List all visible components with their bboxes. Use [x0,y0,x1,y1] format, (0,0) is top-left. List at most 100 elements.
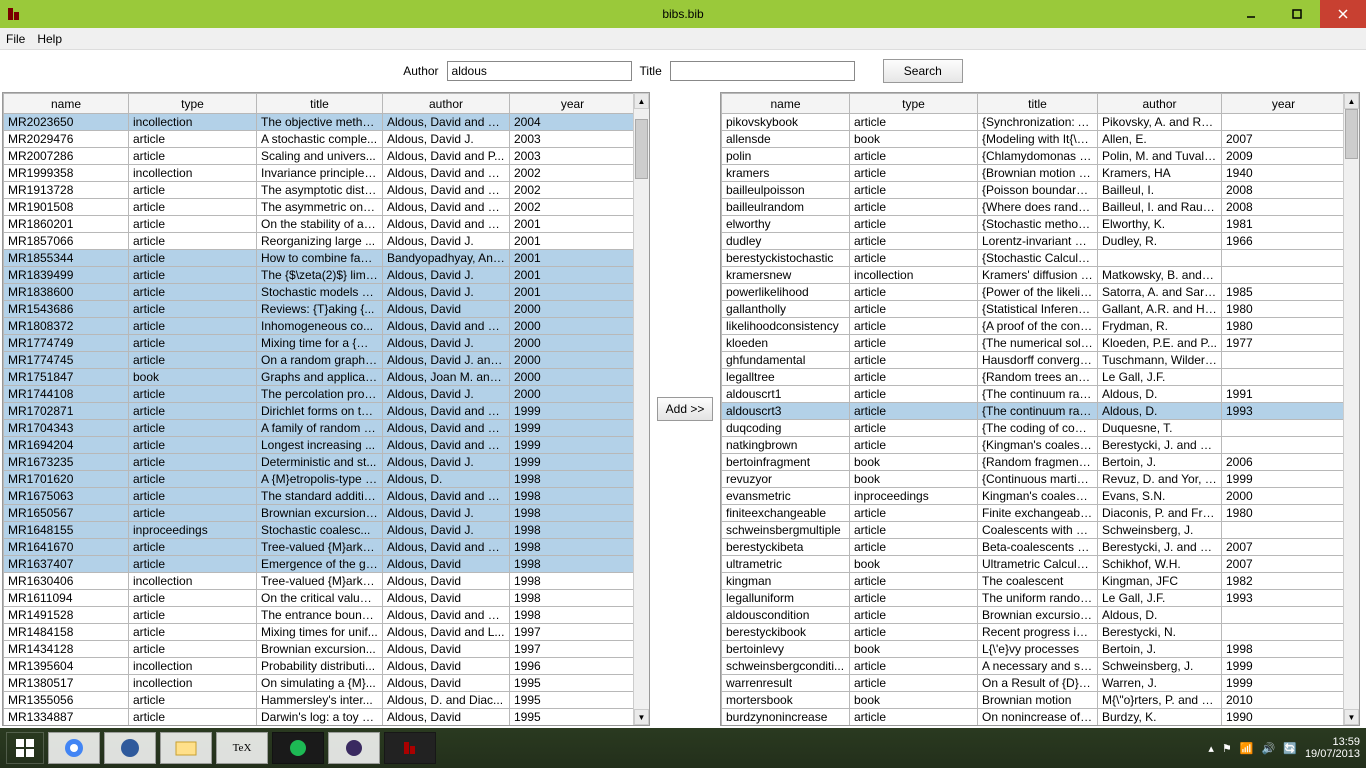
table-row[interactable]: berestyckistochasticarticle{Stochastic C… [722,250,1344,267]
table-row[interactable]: MR1702871articleDirichlet forms on tot..… [4,403,634,420]
table-row[interactable]: MR1838600articleStochastic models a...Al… [4,284,634,301]
taskbar-eclipse-icon[interactable] [328,732,380,764]
minimize-button[interactable] [1228,0,1274,28]
table-row[interactable]: MR1434128articleBrownian excursion...Ald… [4,641,634,658]
table-row[interactable]: MR1637407articleEmergence of the gi...Al… [4,556,634,573]
table-row[interactable]: pikovskybookarticle{Synchronization: A u… [722,114,1344,131]
table-row[interactable]: MR1395604incollectionProbability distrib… [4,658,634,675]
taskbar-chrome-icon[interactable] [48,732,100,764]
table-row[interactable]: MR1611094articleOn the critical value f.… [4,590,634,607]
table-row[interactable]: ultrametricbookUltrametric Calculus...Sc… [722,556,1344,573]
column-header-type[interactable]: type [129,94,257,114]
table-row[interactable]: kramersarticle{Brownian motion in ...Kra… [722,165,1344,182]
column-header-year[interactable]: year [510,94,634,114]
table-row[interactable]: bertoinlevybookL{\'e}vy processesBertoin… [722,641,1344,658]
table-row[interactable]: kloedenarticle{The numerical solut...Klo… [722,335,1344,352]
tray-sync-icon[interactable]: 🔄 [1283,742,1297,755]
tray-flag-icon[interactable]: ⚑ [1222,742,1232,755]
taskbar-thunderbird-icon[interactable] [104,732,156,764]
search-button[interactable]: Search [883,59,963,83]
table-row[interactable]: MR1380517incollectionOn simulating a {M}… [4,675,634,692]
table-row[interactable]: duqcodingarticle{The coding of comp...Du… [722,420,1344,437]
table-row[interactable]: MR2023650incollectionThe objective metho… [4,114,634,131]
tray-volume-icon[interactable]: 🔊 [1262,742,1276,755]
menu-file[interactable]: File [6,32,25,46]
table-row[interactable]: legalluniformarticleThe uniform random..… [722,590,1344,607]
table-row[interactable]: dudleyarticleLorentz-invariant Mar...Dud… [722,233,1344,250]
table-row[interactable]: MR1694204articleLongest increasing ...Al… [4,437,634,454]
table-row[interactable]: MR1774745articleOn a random graph ...Ald… [4,352,634,369]
taskbar-clock[interactable]: 13:59 19/07/2013 [1305,736,1360,760]
table-row[interactable]: warrenresultarticleOn a Result of {D}avi… [722,675,1344,692]
table-row[interactable]: bailleulrandomarticle{Where does rando..… [722,199,1344,216]
table-row[interactable]: MR1751847bookGraphs and applicat...Aldou… [4,369,634,386]
table-row[interactable]: MR1641670articleTree-valued {M}arko...Al… [4,539,634,556]
start-button[interactable] [6,732,44,764]
table-row[interactable]: natkingbrownarticle{Kingman's coalesc...… [722,437,1344,454]
table-row[interactable]: MR1913728articleThe asymptotic distri...… [4,182,634,199]
table-row[interactable]: aldouscrt3article{The continuum ran...Al… [722,403,1344,420]
tray-wifi-icon[interactable]: 📶 [1240,742,1254,755]
table-row[interactable]: MR1839499articleThe {$\zeta(2)$} limit..… [4,267,634,284]
table-row[interactable]: elworthyarticle{Stochastic methods...Elw… [722,216,1344,233]
title-input[interactable] [670,61,855,81]
table-row[interactable]: likelihoodconsistencyarticle{A proof of … [722,318,1344,335]
table-row[interactable]: MR1857066articleReorganizing large ...Al… [4,233,634,250]
table-row[interactable]: MR2007286articleScaling and univers...Al… [4,148,634,165]
taskbar-bib-icon[interactable] [384,732,436,764]
table-row[interactable]: ghfundamentalarticleHausdorff converge..… [722,352,1344,369]
table-row[interactable]: MR1355056articleHammersley's inter...Ald… [4,692,634,709]
taskbar-tex-icon[interactable]: TeX [216,732,268,764]
table-row[interactable]: MR1334887articleDarwin's log: a toy m...… [4,709,634,726]
table-row[interactable]: MR1701620articleA {M}etropolis-type o...… [4,471,634,488]
table-row[interactable]: MR1650567articleBrownian excursion ...Al… [4,505,634,522]
table-row[interactable]: allensdebook{Modeling with It{\^o}...All… [722,131,1344,148]
table-row[interactable]: MR1774749articleMixing time for a {M}...… [4,335,634,352]
taskbar[interactable]: TeX ▴ ⚑ 📶 🔊 🔄 13:59 19/07/2013 [0,728,1366,768]
scroll-down-icon[interactable]: ▼ [1344,709,1359,725]
table-row[interactable]: gallanthollyarticle{Statistical Inferenc… [722,301,1344,318]
table-row[interactable]: finiteexchangeablearticleFinite exchange… [722,505,1344,522]
column-header-year[interactable]: year [1222,94,1344,114]
table-row[interactable]: MR1673235articleDeterministic and st...A… [4,454,634,471]
table-row[interactable]: MR1808372articleInhomogeneous co...Aldou… [4,318,634,335]
table-row[interactable]: MR1860201articleOn the stability of a b.… [4,216,634,233]
table-row[interactable]: MR1630406incollectionTree-valued {M}arko… [4,573,634,590]
table-row[interactable]: mortersbookbookBrownian motionM{\"o}rter… [722,692,1344,709]
taskbar-explorer-icon[interactable] [160,732,212,764]
table-row[interactable]: bailleulpoissonarticle{Poisson boundary … [722,182,1344,199]
table-row[interactable]: MR2029476articleA stochastic comple...Al… [4,131,634,148]
table-row[interactable]: kramersnewincollectionKramers' diffusion… [722,267,1344,284]
table-row[interactable]: MR1543686articleReviews: {T}aking {...Al… [4,301,634,318]
table-row[interactable]: MR1484158articleMixing times for unif...… [4,624,634,641]
table-row[interactable]: berestyckibookarticleRecent progress in … [722,624,1344,641]
table-row[interactable]: legalltreearticle{Random trees and ...Le… [722,369,1344,386]
column-header-author[interactable]: author [1098,94,1222,114]
table-row[interactable]: bertoinfragmentbook{Random fragmenta...B… [722,454,1344,471]
table-row[interactable]: aldousconditionarticleBrownian excursion… [722,607,1344,624]
author-input[interactable] [447,61,632,81]
table-row[interactable]: polinarticle{Chlamydomonas S...Polin, M.… [722,148,1344,165]
table-row[interactable]: kingmanarticleThe coalescentKingman, JFC… [722,573,1344,590]
table-row[interactable]: aldouscrt1article{The continuum ran...Al… [722,386,1344,403]
table-row[interactable]: evansmetricinproceedingsKingman's coales… [722,488,1344,505]
column-header-type[interactable]: type [850,94,978,114]
close-button[interactable] [1320,0,1366,28]
table-row[interactable]: powerlikelihoodarticle{Power of the like… [722,284,1344,301]
maximize-button[interactable] [1274,0,1320,28]
column-header-name[interactable]: name [722,94,850,114]
table-row[interactable]: MR1675063articleThe standard additiv...A… [4,488,634,505]
tray-chevron-icon[interactable]: ▴ [1208,742,1214,755]
table-row[interactable]: schweinsbergconditi...articleA necessary… [722,658,1344,675]
table-row[interactable]: revuzyorbook{Continuous marting...Revuz,… [722,471,1344,488]
column-header-title[interactable]: title [257,94,383,114]
table-row[interactable]: MR1491528articleThe entrance bound...Ald… [4,607,634,624]
scroll-up-icon[interactable]: ▲ [1344,93,1359,109]
taskbar-spotify-icon[interactable] [272,732,324,764]
table-row[interactable]: MR1999358incollectionInvariance principl… [4,165,634,182]
table-row[interactable]: MR1704343articleA family of random tr...… [4,420,634,437]
left-table[interactable]: nametypetitleauthoryear MR2023650incolle… [3,93,633,725]
scroll-up-icon[interactable]: ▲ [634,93,649,109]
menu-help[interactable]: Help [37,32,62,46]
table-row[interactable]: MR1648155inproceedingsStochastic coalesc… [4,522,634,539]
